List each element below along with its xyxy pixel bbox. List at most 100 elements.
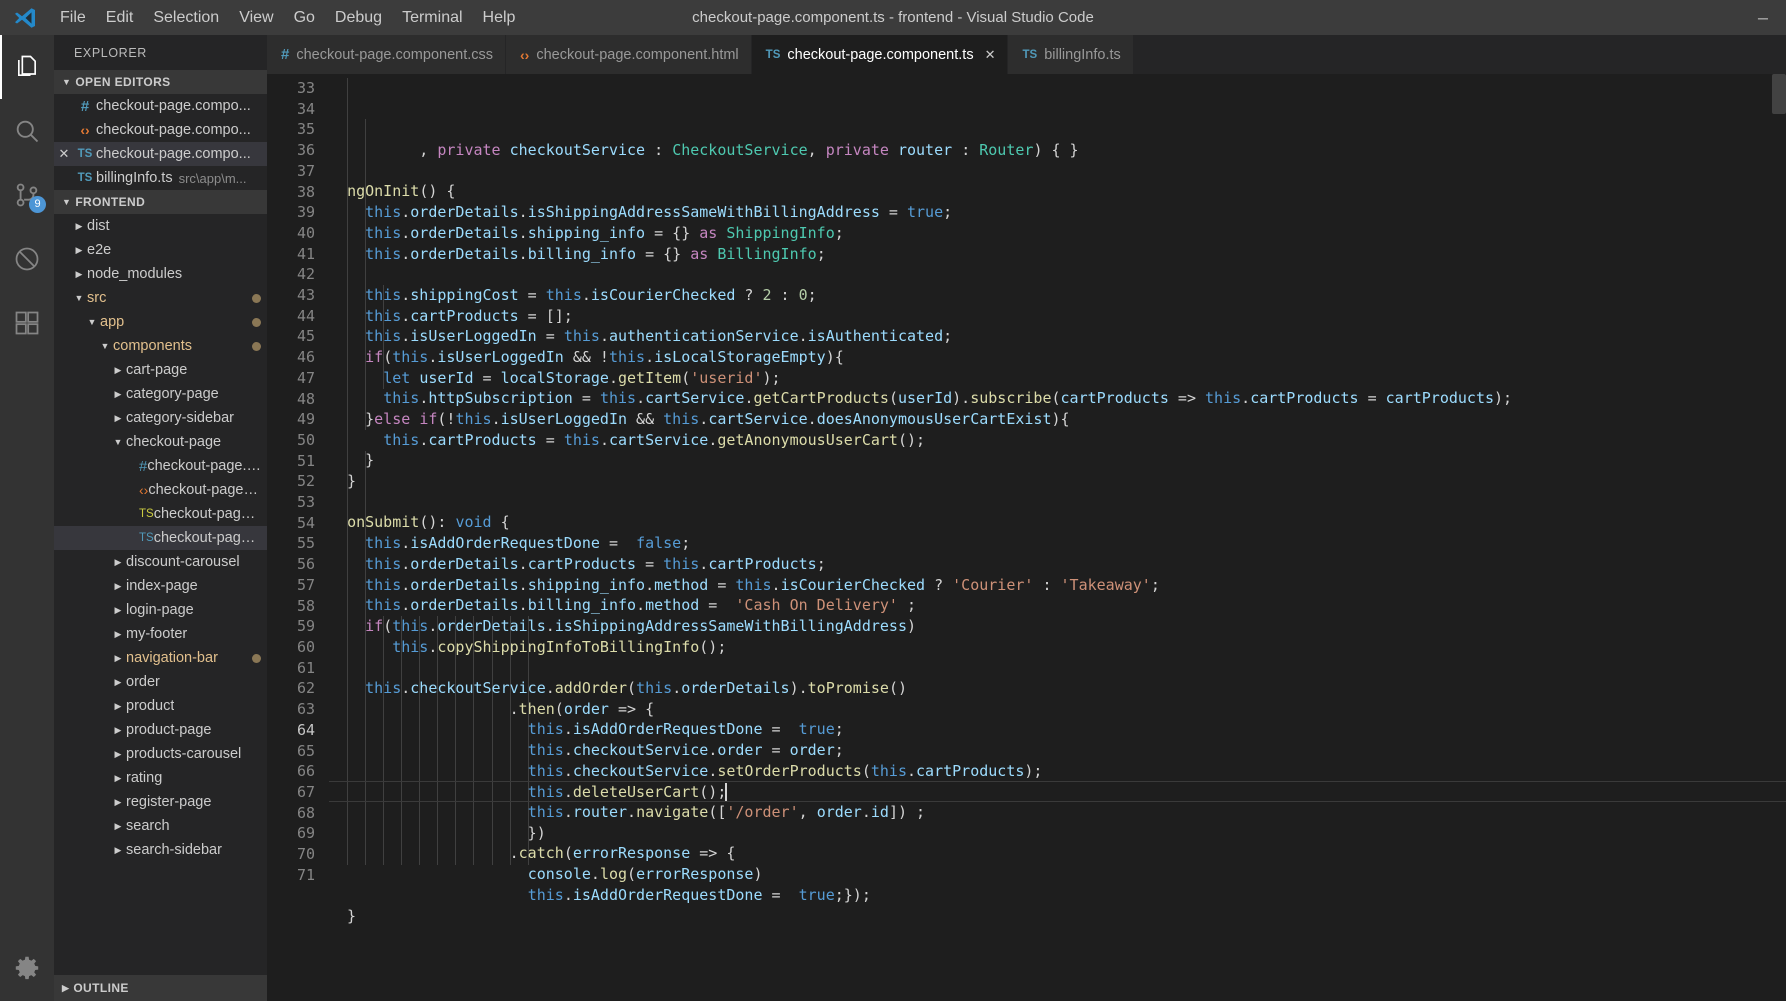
code-line[interactable]: .then(order => {	[329, 699, 1786, 720]
code-line[interactable]: this.orderDetails.cartProducts = this.ca…	[329, 554, 1786, 575]
open-editor-item[interactable]: ‹› checkout-page.compo...	[54, 118, 267, 142]
tree-item-checkout-page-co-[interactable]: ▶‹›checkout-page.co...	[54, 478, 267, 502]
code-line[interactable]: console.log(errorResponse)	[329, 864, 1786, 885]
chevron-right-icon[interactable]: ▶	[110, 581, 126, 591]
code-line[interactable]: this.copyShippingInfoToBillingInfo();	[329, 637, 1786, 658]
chevron-down-icon[interactable]: ▼	[97, 341, 113, 351]
code-line[interactable]: this.orderDetails.billing_info = {} as B…	[329, 244, 1786, 265]
search-icon[interactable]	[0, 99, 54, 163]
code-line[interactable]: this.isAddOrderRequestDone = true;});	[329, 885, 1786, 906]
menu-item-file[interactable]: File	[50, 5, 96, 31]
code-line[interactable]	[329, 657, 1786, 678]
chevron-down-icon[interactable]: ▼	[84, 317, 100, 327]
code-line[interactable]	[329, 161, 1786, 182]
code-line[interactable]: let userId = localStorage.getItem('useri…	[329, 368, 1786, 389]
chevron-right-icon[interactable]: ▶	[71, 221, 87, 231]
code-line[interactable]	[329, 492, 1786, 513]
open-editor-item[interactable]: TS billingInfo.ts src\app\m...	[54, 166, 267, 190]
menu-item-view[interactable]: View	[229, 5, 283, 31]
tree-item-app[interactable]: ▼ app	[54, 310, 267, 334]
chevron-right-icon[interactable]: ▶	[110, 821, 126, 831]
code-line[interactable]: .catch(errorResponse => {	[329, 843, 1786, 864]
code-line[interactable]: this.checkoutService.setOrderProducts(th…	[329, 761, 1786, 782]
tree-item-checkout-page-co-[interactable]: ▶#checkout-page.co...	[54, 454, 267, 478]
chevron-right-icon[interactable]: ▶	[110, 797, 126, 807]
chevron-right-icon[interactable]: ▶	[110, 701, 126, 711]
chevron-down-icon[interactable]: ▼	[110, 437, 126, 447]
window-controls[interactable]: ─	[1740, 0, 1786, 35]
explorer-icon[interactable]	[0, 35, 54, 99]
open-editor-item[interactable]: # checkout-page.compo...	[54, 94, 267, 118]
tree-item-checkout-page-co-[interactable]: ▶TScheckout-page.co...	[54, 526, 267, 550]
menu-item-edit[interactable]: Edit	[96, 5, 144, 31]
code-line[interactable]: this.deleteUserCart();	[329, 781, 1786, 803]
code-line[interactable]: this.shippingCost = this.isCourierChecke…	[329, 285, 1786, 306]
menu-item-terminal[interactable]: Terminal	[392, 5, 472, 31]
minimize-button[interactable]: ─	[1740, 0, 1786, 35]
code-line[interactable]: this.orderDetails.shipping_info.method =…	[329, 575, 1786, 596]
chevron-right-icon[interactable]: ▶	[110, 845, 126, 855]
code-content[interactable]: , private checkoutService : CheckoutServ…	[329, 74, 1786, 1001]
tree-item-category-sidebar[interactable]: ▶ category-sidebar	[54, 406, 267, 430]
tree-item-node-modules[interactable]: ▶ node_modules	[54, 262, 267, 286]
tree-item-discount-carousel[interactable]: ▶ discount-carousel	[54, 550, 267, 574]
tree-item-category-page[interactable]: ▶ category-page	[54, 382, 267, 406]
debug-icon[interactable]	[0, 227, 54, 291]
menu-item-go[interactable]: Go	[284, 5, 325, 31]
tree-item-my-footer[interactable]: ▶ my-footer	[54, 622, 267, 646]
menu-item-selection[interactable]: Selection	[143, 5, 229, 31]
code-line[interactable]: this.cartProducts = [];	[329, 306, 1786, 327]
outline-header[interactable]: ▶ OUTLINE	[54, 975, 267, 1001]
open-editors-header[interactable]: ▼ OPEN EDITORS	[54, 70, 267, 94]
code-line[interactable]: })	[329, 823, 1786, 844]
code-line[interactable]: if(this.isUserLoggedIn && !this.isLocalS…	[329, 347, 1786, 368]
chevron-right-icon[interactable]: ▶	[110, 557, 126, 567]
code-line[interactable]: this.cartProducts = this.cartService.get…	[329, 430, 1786, 451]
code-line[interactable]	[329, 264, 1786, 285]
chevron-right-icon[interactable]: ▶	[110, 677, 126, 687]
tree-item-checkout-page-co-[interactable]: ▶TScheckout-page.co...	[54, 502, 267, 526]
tree-item-index-page[interactable]: ▶ index-page	[54, 574, 267, 598]
code-line[interactable]	[329, 926, 1786, 947]
tree-item-register-page[interactable]: ▶ register-page	[54, 790, 267, 814]
tree-item-navigation-bar[interactable]: ▶ navigation-bar	[54, 646, 267, 670]
tree-item-login-page[interactable]: ▶ login-page	[54, 598, 267, 622]
code-line[interactable]: this.orderDetails.billing_info.method = …	[329, 595, 1786, 616]
tree-item-components[interactable]: ▼ components	[54, 334, 267, 358]
code-line[interactable]: , private checkoutService : CheckoutServ…	[329, 140, 1786, 161]
tree-item-order[interactable]: ▶ order	[54, 670, 267, 694]
chevron-right-icon[interactable]: ▶	[110, 749, 126, 759]
editor-tab[interactable]: TS billingInfo.ts	[1008, 35, 1134, 74]
tree-item-product[interactable]: ▶ product	[54, 694, 267, 718]
chevron-down-icon[interactable]: ▼	[71, 293, 87, 303]
chevron-right-icon[interactable]: ▶	[110, 413, 126, 423]
chevron-right-icon[interactable]: ▶	[110, 629, 126, 639]
code-line[interactable]: this.orderDetails.isShippingAddressSameW…	[329, 202, 1786, 223]
chevron-right-icon[interactable]: ▶	[110, 365, 126, 375]
tree-item-rating[interactable]: ▶ rating	[54, 766, 267, 790]
close-icon[interactable]: ✕	[54, 146, 74, 162]
tree-item-e2e[interactable]: ▶ e2e	[54, 238, 267, 262]
menu-bar[interactable]: File Edit Selection View Go Debug Terminal Help	[50, 5, 525, 31]
tree-item-dist[interactable]: ▶ dist	[54, 214, 267, 238]
code-line[interactable]: this.checkoutService.addOrder(this.order…	[329, 678, 1786, 699]
code-line[interactable]: }	[329, 450, 1786, 471]
open-editor-item[interactable]: ✕ TS checkout-page.compo...	[54, 142, 267, 166]
project-header[interactable]: ▼ FRONTEND	[54, 190, 267, 214]
editor-tab[interactable]: TS checkout-page.component.ts ✕	[751, 35, 1009, 74]
code-line[interactable]: onSubmit(): void {	[329, 512, 1786, 533]
code-line[interactable]: ngOnInit() {	[329, 181, 1786, 202]
close-icon[interactable]: ✕	[985, 47, 996, 63]
tree-item-search[interactable]: ▶ search	[54, 814, 267, 838]
code-line[interactable]: this.isAddOrderRequestDone = true;	[329, 719, 1786, 740]
code-line[interactable]: }	[329, 906, 1786, 927]
settings-gear-icon[interactable]	[0, 937, 54, 1001]
chevron-right-icon[interactable]: ▶	[110, 725, 126, 735]
chevron-right-icon[interactable]: ▶	[110, 605, 126, 615]
chevron-right-icon[interactable]: ▶	[71, 245, 87, 255]
tree-item-cart-page[interactable]: ▶ cart-page	[54, 358, 267, 382]
source-control-icon[interactable]: 9	[0, 163, 54, 227]
tree-item-products-carousel[interactable]: ▶ products-carousel	[54, 742, 267, 766]
chevron-right-icon[interactable]: ▶	[71, 269, 87, 279]
tree-item-src[interactable]: ▼ src	[54, 286, 267, 310]
